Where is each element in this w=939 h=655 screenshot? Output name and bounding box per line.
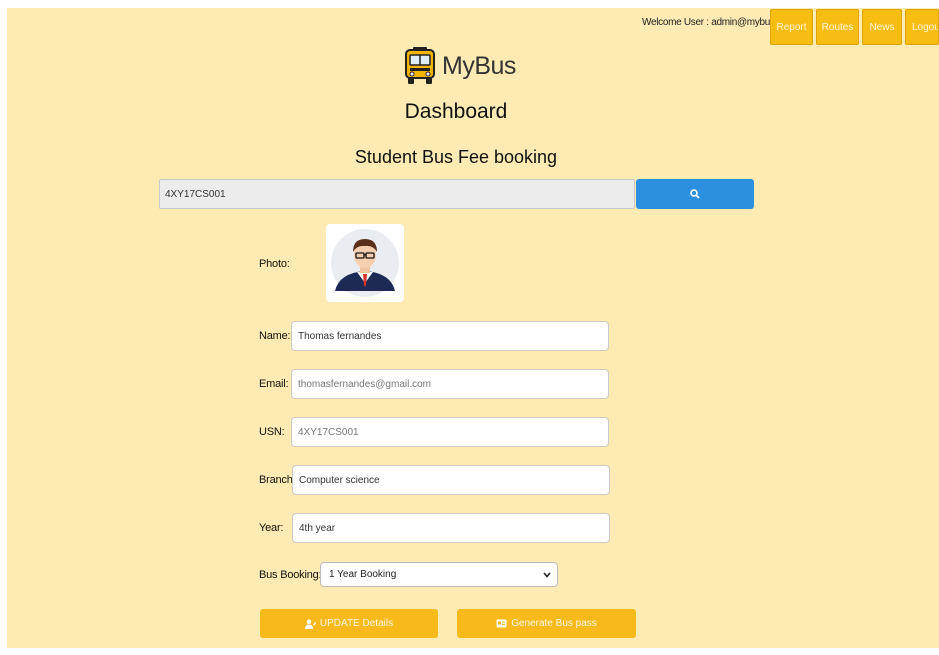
section-title: Student Bus Fee booking bbox=[354, 147, 558, 167]
usn-label: USN: bbox=[259, 426, 285, 438]
generate-bus-pass-label: Generate Bus pass bbox=[511, 618, 597, 629]
usn-field[interactable] bbox=[291, 417, 609, 447]
nav-news-button[interactable]: News bbox=[862, 9, 902, 45]
nav-report-button[interactable]: Report bbox=[770, 9, 813, 45]
page-title: Dashboard bbox=[404, 100, 508, 123]
avatar bbox=[331, 229, 399, 297]
chevron-down-icon bbox=[543, 571, 551, 578]
branch-field[interactable] bbox=[292, 465, 610, 495]
year-field[interactable] bbox=[292, 513, 610, 543]
nav-routes-button[interactable]: Routes bbox=[816, 9, 859, 45]
student-photo bbox=[326, 224, 404, 302]
photo-label: Photo: bbox=[259, 258, 290, 270]
search-icon bbox=[690, 189, 700, 199]
name-label: Name: bbox=[259, 330, 291, 342]
search-button[interactable] bbox=[636, 179, 754, 209]
bus-booking-label: Bus Booking: bbox=[259, 569, 322, 581]
brand-logo: MyBus bbox=[404, 44, 516, 88]
update-details-button[interactable]: UPDATE Details bbox=[260, 609, 438, 638]
generate-bus-pass-button[interactable]: Generate Bus pass bbox=[457, 609, 636, 638]
brand-name: MyBus bbox=[442, 51, 516, 80]
branch-label: Branch: bbox=[259, 474, 296, 486]
update-details-label: UPDATE Details bbox=[319, 618, 394, 629]
bus-icon bbox=[405, 47, 435, 84]
nav-logout-button[interactable]: Logou bbox=[905, 9, 939, 45]
bus-booking-select[interactable]: 1 Year Booking bbox=[320, 562, 558, 587]
bus-booking-value: 1 Year Booking bbox=[329, 569, 397, 580]
email-field[interactable] bbox=[291, 369, 609, 399]
user-icon bbox=[304, 619, 316, 629]
name-field[interactable] bbox=[291, 321, 609, 351]
search-input[interactable] bbox=[159, 179, 635, 209]
id-card-icon bbox=[496, 619, 507, 628]
year-label: Year: bbox=[259, 522, 284, 534]
email-label: Email: bbox=[259, 378, 289, 390]
